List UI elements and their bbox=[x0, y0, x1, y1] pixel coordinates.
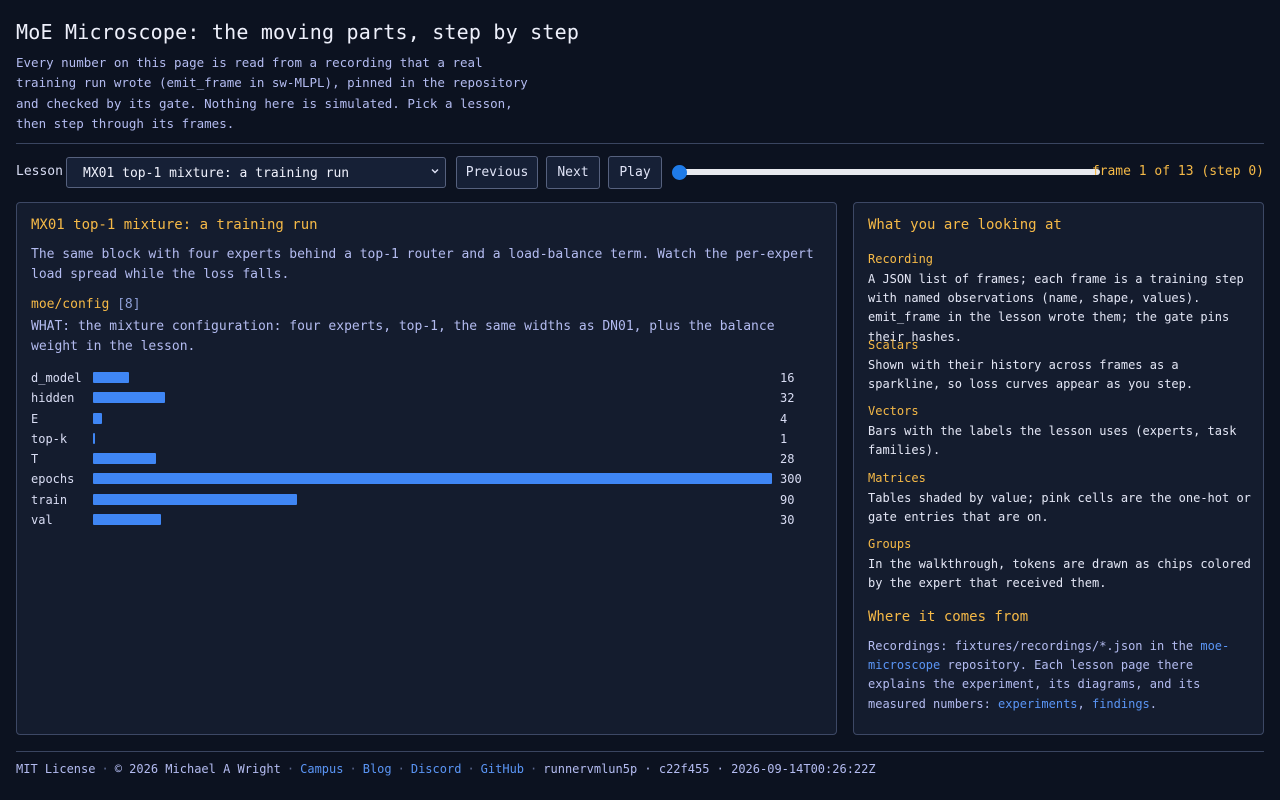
bar-row: val 30 bbox=[31, 510, 821, 530]
lesson-label: Lesson bbox=[16, 164, 63, 179]
source-end: . bbox=[1149, 696, 1158, 711]
bar-label: epochs bbox=[31, 472, 75, 487]
footer-separator: · bbox=[101, 762, 109, 776]
bar bbox=[93, 412, 103, 424]
bar-value-label: 28 bbox=[780, 452, 795, 467]
footer-separator: · bbox=[467, 762, 475, 776]
footer-separator: · bbox=[530, 762, 538, 776]
guide-section-text: Shown with their history across frames a… bbox=[868, 358, 1194, 392]
bar-value-label: 1 bbox=[780, 431, 788, 446]
source-pre: Recordings: fixtures/recordings/*.json i… bbox=[868, 639, 1201, 653]
guide-section-text: Tables shaded by value; pink cells are t… bbox=[868, 491, 1251, 525]
bar-value-label: 30 bbox=[780, 513, 795, 528]
controls-bar: Lesson MX01 top-1 mixture: a training ru… bbox=[16, 156, 1264, 190]
chevron-down-icon bbox=[431, 169, 439, 174]
divider bbox=[16, 143, 1264, 144]
footer: MIT License · © 2026 Michael A Wright · Camp… bbox=[16, 762, 876, 776]
footer-link-discord[interactable]: Discord bbox=[411, 762, 462, 776]
bar-row: d_model 16 bbox=[31, 368, 821, 388]
bar bbox=[93, 493, 297, 505]
bar-value-label: 16 bbox=[780, 371, 795, 385]
footer-copyright: © 2026 Michael A Wright bbox=[114, 762, 281, 776]
page-title: MoE Microscope: the moving parts, step b… bbox=[16, 20, 580, 44]
footer-separator: · bbox=[397, 762, 405, 776]
bar bbox=[93, 372, 130, 383]
footer-license: MIT License bbox=[16, 762, 96, 776]
source-heading: Where it comes from bbox=[868, 609, 1029, 625]
footer-link-blog[interactable]: Blog bbox=[363, 762, 392, 776]
source-text: Recordings: fixtures/recordings/*.json i… bbox=[868, 637, 1252, 714]
config-bar-chart: d_model 16 hidden 32 E 4 top-k 1 T 28 epochs 300 tra… bbox=[31, 368, 821, 530]
bar-label: val bbox=[31, 513, 53, 528]
footer-link-campus[interactable]: Campus bbox=[300, 762, 343, 776]
guide-section-title: Matrices bbox=[868, 471, 926, 485]
guide-section-title: Vectors bbox=[868, 404, 919, 418]
bar-row: hidden 32 bbox=[31, 388, 821, 408]
frame-slider[interactable] bbox=[672, 164, 1100, 181]
source-comma: , bbox=[1077, 696, 1092, 711]
observation-what: WHAT: the mixture configuration: four ex… bbox=[31, 319, 775, 354]
observation-shape: [8] bbox=[117, 297, 141, 312]
bar bbox=[93, 453, 157, 465]
observation-title: moe/config bbox=[31, 297, 110, 312]
guide-section-title: Recording bbox=[868, 252, 934, 266]
bar bbox=[93, 432, 96, 444]
bar-row: train 90 bbox=[31, 490, 821, 510]
findings-link[interactable]: findings bbox=[1092, 697, 1150, 711]
bar-row: epochs 300 bbox=[31, 469, 821, 489]
lesson-panel: MX01 top-1 mixture: a training run The s… bbox=[16, 202, 837, 735]
lesson-select[interactable]: MX01 top-1 mixture: a training run bbox=[66, 157, 446, 188]
bar-value-label: 90 bbox=[780, 492, 795, 507]
guide-section-text: A JSON list of frames; each frame is a t… bbox=[868, 272, 1244, 344]
bar-value-label: 300 bbox=[780, 472, 802, 487]
bar-label: T bbox=[31, 452, 39, 467]
divider bbox=[16, 751, 1264, 752]
bar-value-label: 32 bbox=[780, 391, 795, 406]
footer-build: runnervmlun5p · c22f455 · 2026-09-14T00:… bbox=[543, 762, 876, 776]
play-button[interactable]: Play bbox=[608, 156, 662, 189]
bar bbox=[93, 514, 161, 526]
lesson-title: MX01 top-1 mixture: a training run bbox=[31, 217, 318, 233]
bar bbox=[93, 392, 166, 404]
experiments-link[interactable]: experiments bbox=[998, 697, 1077, 711]
bar-row: E4 bbox=[31, 409, 821, 429]
bar bbox=[93, 473, 772, 485]
footer-link-github[interactable]: GitHub bbox=[481, 762, 524, 776]
guide-section-title: Scalars bbox=[868, 338, 919, 352]
slider-track bbox=[678, 169, 1100, 175]
guide-panel: What you are looking at Recording A JSON… bbox=[853, 202, 1264, 735]
guide-section-text: In the walkthrough, tokens are drawn as … bbox=[868, 557, 1251, 591]
next-button[interactable]: Next bbox=[546, 156, 600, 189]
bar-label: d_model bbox=[31, 371, 82, 385]
bar-label: top-k bbox=[31, 431, 68, 446]
bar-label: train bbox=[31, 492, 68, 507]
bar-row: top-k 1 bbox=[31, 429, 821, 449]
guide-heading: What you are looking at bbox=[868, 217, 1062, 233]
frame-indicator: frame 1 of 13 (step 0) bbox=[1091, 164, 1264, 179]
guide-section-title: Groups bbox=[868, 537, 912, 551]
previous-button[interactable]: Previous bbox=[456, 156, 538, 189]
bar-value-label: 4 bbox=[780, 411, 788, 426]
observation-name: moe/config [8] bbox=[31, 297, 141, 312]
lesson-description: The same block with four experts behind … bbox=[31, 247, 814, 282]
slider-thumb[interactable] bbox=[672, 165, 687, 180]
lesson-select-value: MX01 top-1 mixture: a training run bbox=[83, 166, 350, 181]
bar-label: hidden bbox=[31, 391, 75, 406]
footer-separator: · bbox=[349, 762, 357, 776]
footer-separator: · bbox=[286, 762, 295, 776]
bar-row: T 28 bbox=[31, 449, 821, 469]
page-intro: Every number on this page is read from a… bbox=[16, 55, 528, 132]
guide-section-text: Bars with the labels the lesson uses (ex… bbox=[868, 424, 1237, 458]
bar-label: E bbox=[31, 411, 39, 426]
